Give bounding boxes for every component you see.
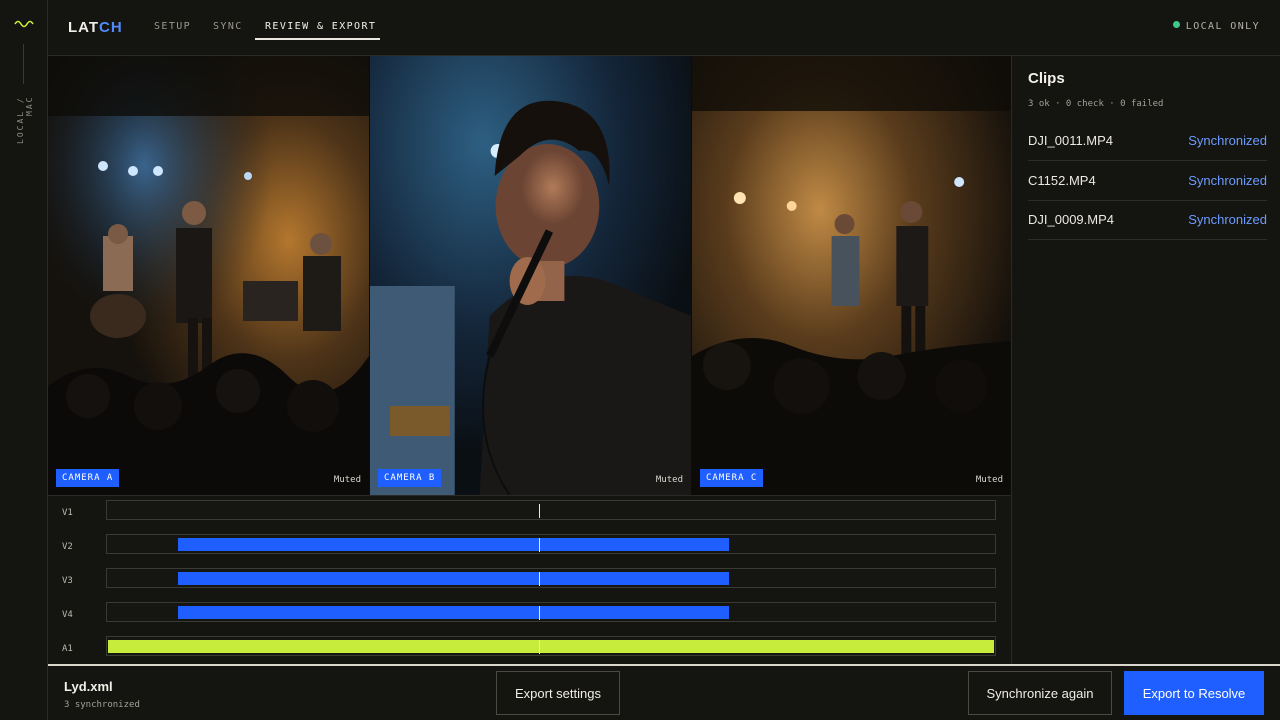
playhead-marker [539, 640, 540, 654]
concert-wide-image [48, 56, 369, 495]
video-clip-v4[interactable] [178, 606, 729, 619]
clips-panel: Clips 3 ok · 0 check · 0 failed DJI_0011… [1011, 56, 1280, 664]
video-clip-v3[interactable] [178, 572, 729, 585]
clip-name: C1152.MP4 [1028, 173, 1096, 188]
clip-list-item[interactable]: C1152.MP4 Synchronized [1028, 161, 1267, 201]
timeline: V1 V2 V3 V4 A1 [48, 495, 1011, 664]
active-tab-indicator [255, 38, 380, 40]
clip-name: DJI_0011.MP4 [1028, 133, 1114, 148]
wave-icon [14, 20, 34, 28]
video-clip-v2[interactable] [178, 538, 729, 551]
tab-review-export[interactable]: REVIEW & EXPORT [265, 21, 376, 32]
clip-name: DJI_0009.MP4 [1028, 212, 1114, 227]
clip-list-item[interactable]: DJI_0009.MP4 Synchronized [1028, 200, 1267, 240]
synchronize-again-button[interactable]: Synchronize again [968, 671, 1112, 715]
brand-logo[interactable]: LATCH [68, 19, 123, 36]
status-indicator: LOCAL ONLY [1172, 21, 1260, 32]
camera-grid: CAMERA A Muted CAMERA B Muted CAMERA C M… [48, 56, 1011, 495]
tab-setup[interactable]: SETUP [154, 21, 191, 32]
track-label-v4: V4 [62, 610, 73, 620]
status-label: LOCAL ONLY [1185, 21, 1260, 32]
concert-side-image [692, 56, 1011, 495]
audio-clip-a1[interactable] [108, 640, 994, 653]
camera-b-preview[interactable]: CAMERA B Muted [369, 56, 691, 495]
playhead-marker [539, 572, 540, 586]
export-to-resolve-button[interactable]: Export to Resolve [1124, 671, 1264, 715]
clip-status: Synchronized [1188, 133, 1267, 148]
track-label-v2: V2 [62, 542, 73, 552]
bottom-bar: Lyd.xml 3 synchronized Export settings S… [48, 664, 1280, 720]
camera-b-label: CAMERA B [378, 469, 442, 487]
track-v4[interactable] [106, 602, 996, 622]
context-label: LOCAL / MAC [16, 96, 34, 144]
clips-summary: 3 ok · 0 check · 0 failed [1028, 99, 1164, 109]
track-v1[interactable] [106, 500, 996, 520]
track-a1[interactable] [106, 636, 996, 656]
playhead[interactable] [539, 504, 540, 518]
singer-closeup-image [370, 56, 691, 495]
playhead-marker [539, 538, 540, 552]
camera-c-label: CAMERA C [700, 469, 764, 487]
clip-status: Synchronized [1188, 173, 1267, 188]
camera-a-audio-status[interactable]: Muted [334, 475, 361, 485]
export-settings-button[interactable]: Export settings [496, 671, 620, 715]
camera-a-label: CAMERA A [56, 469, 120, 487]
export-file-status: 3 synchronized [64, 700, 140, 710]
track-v2[interactable] [106, 534, 996, 554]
brand-prefix: LAT [68, 19, 100, 36]
top-bar: LATCH SETUP SYNC REVIEW & EXPORT LOCAL O… [48, 0, 1280, 56]
left-rail: LOCAL / MAC [0, 0, 48, 720]
rail-divider [23, 44, 24, 84]
track-v3[interactable] [106, 568, 996, 588]
camera-a-preview[interactable]: CAMERA A Muted [48, 56, 369, 495]
clip-status: Synchronized [1188, 212, 1267, 227]
tab-sync[interactable]: SYNC [213, 21, 243, 32]
track-label-a1: A1 [62, 644, 73, 654]
camera-c-audio-status[interactable]: Muted [976, 475, 1003, 485]
track-label-v3: V3 [62, 576, 73, 586]
clips-panel-title: Clips [1028, 70, 1065, 87]
brand-accent: CH [99, 19, 123, 36]
playhead-marker [539, 606, 540, 620]
export-file-name: Lyd.xml [64, 679, 113, 694]
camera-c-preview[interactable]: CAMERA C Muted [691, 56, 1011, 495]
camera-b-audio-status[interactable]: Muted [656, 475, 683, 485]
status-dot-icon [1172, 21, 1180, 28]
clip-list-item[interactable]: DJI_0011.MP4 Synchronized [1028, 121, 1267, 161]
track-label-v1: V1 [62, 508, 73, 518]
